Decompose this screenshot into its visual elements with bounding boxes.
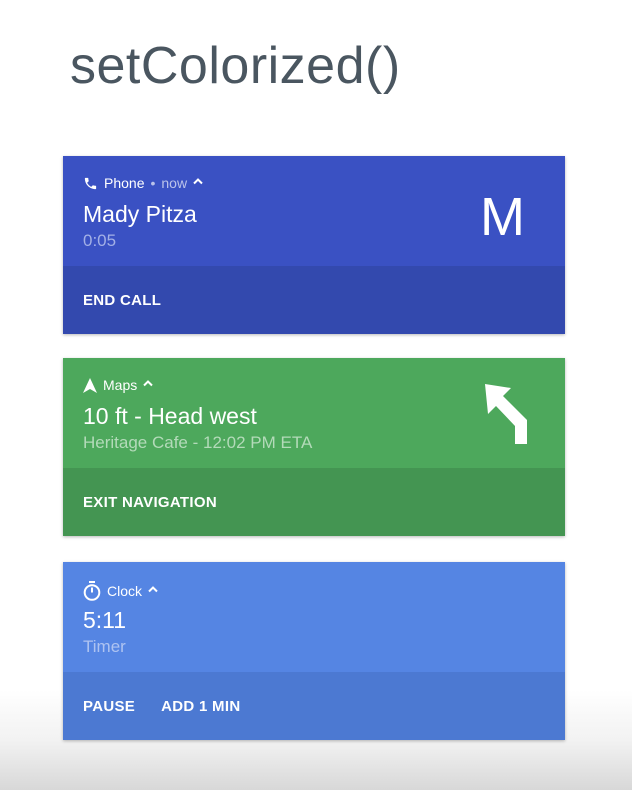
phone-notification[interactable]: Phone • now Mady Pitza 0:05 M END CALL (63, 156, 565, 334)
exit-navigation-button[interactable]: EXIT NAVIGATION (83, 494, 217, 511)
add-1-min-button[interactable]: ADD 1 MIN (161, 698, 240, 715)
notification-actions: END CALL (63, 266, 565, 334)
notification-header[interactable]: Clock (83, 581, 158, 601)
chevron-up-icon[interactable] (193, 176, 203, 188)
maps-notification[interactable]: Maps 10 ft - Head west Heritage Cafe - 1… (63, 358, 565, 536)
notification-time: now (161, 175, 188, 191)
notification-title: 10 ft - Head west (83, 403, 257, 429)
notification-subtitle: 0:05 (83, 231, 117, 250)
clock-notification[interactable]: Clock 5:11 Timer PAUSE ADD 1 MIN (63, 562, 565, 740)
chevron-up-icon[interactable] (143, 378, 153, 390)
pause-button[interactable]: PAUSE (83, 698, 135, 715)
notification-header[interactable]: Maps (83, 377, 153, 393)
notification-header[interactable]: Phone • now (83, 175, 203, 191)
app-name: Phone (104, 175, 145, 191)
phone-icon (83, 176, 98, 191)
notification-subtitle: Timer (83, 637, 126, 656)
end-call-button[interactable]: END CALL (83, 292, 161, 309)
notification-title: Mady Pitza (83, 201, 197, 227)
turn-left-arrow-icon (483, 382, 533, 449)
app-name: Maps (103, 377, 138, 393)
notification-title: 5:11 (83, 607, 127, 633)
chevron-up-icon[interactable] (148, 584, 158, 596)
notification-actions: EXIT NAVIGATION (63, 468, 565, 536)
notification-subtitle: Heritage Cafe - 12:02 PM ETA (83, 433, 313, 452)
notification-actions: PAUSE ADD 1 MIN (63, 672, 565, 740)
notification-content[interactable]: Clock 5:11 Timer (63, 562, 565, 672)
notification-content[interactable]: Phone • now Mady Pitza 0:05 M (63, 156, 565, 266)
timer-icon (83, 581, 101, 601)
app-name: Clock (107, 583, 143, 599)
contact-monogram: M (480, 187, 525, 247)
notification-content[interactable]: Maps 10 ft - Head west Heritage Cafe - 1… (63, 358, 565, 468)
navigation-arrow-icon (83, 377, 97, 393)
slide-title: setColorized() (70, 37, 401, 95)
separator-dot: • (150, 175, 156, 191)
